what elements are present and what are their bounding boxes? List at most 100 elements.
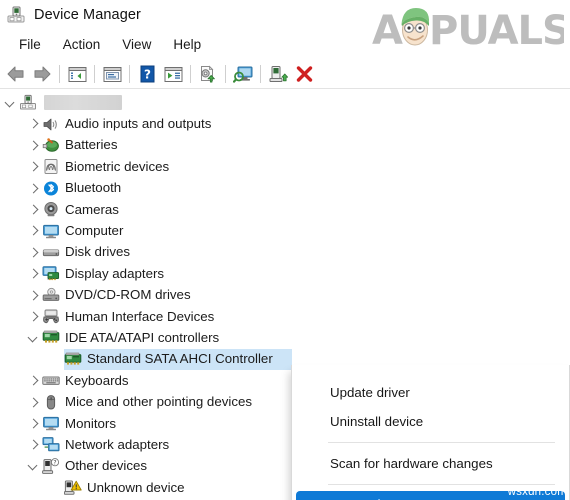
svg-text:?: ? <box>53 459 56 466</box>
context-menu-top-strip <box>291 365 570 371</box>
tree-item-label: Monitors <box>65 415 116 431</box>
ctx-separator <box>328 484 555 485</box>
chevron-right-icon[interactable] <box>25 437 41 453</box>
tree-item-label: Keyboards <box>65 372 129 388</box>
menu-view[interactable]: View <box>111 35 162 54</box>
chevron-right-icon[interactable] <box>25 416 41 432</box>
tree-item-label: Audio inputs and outputs <box>65 116 212 132</box>
redacted-computer-name <box>44 95 122 111</box>
tree-item-display-adapters[interactable]: Display adapters <box>0 263 570 284</box>
tree-item-label: IDE ATA/ATAPI controllers <box>65 329 220 345</box>
site-watermark: wsxdn.com <box>507 486 567 498</box>
ctx-scan-hardware-changes[interactable]: Scan for hardware changes <box>292 449 569 478</box>
tree-item-label: Unknown device <box>87 479 185 495</box>
tree-item-batteries[interactable]: Batteries <box>0 135 570 156</box>
tree-item-computer[interactable]: Computer <box>0 220 570 241</box>
chevron-right-icon[interactable] <box>25 116 41 132</box>
display-adapter-icon <box>42 265 60 282</box>
bluetooth-icon <box>42 180 60 197</box>
toolbar-divider <box>0 88 570 89</box>
chevron-right-icon[interactable] <box>25 287 41 303</box>
chevron-right-icon[interactable] <box>25 137 41 153</box>
tree-root-node[interactable] <box>0 92 570 113</box>
show-action-pane-icon[interactable] <box>160 62 186 86</box>
window-title: Device Manager <box>34 7 141 23</box>
tree-item-label: Disk drives <box>65 244 131 260</box>
ctx-update-driver[interactable]: Update driver <box>292 378 569 407</box>
keyboard-icon <box>42 372 60 389</box>
scan-hardware-changes-icon[interactable] <box>230 62 256 86</box>
controller-card-icon <box>42 329 60 346</box>
toolbar-separator <box>94 65 95 83</box>
warning-device-icon <box>63 479 82 496</box>
chevron-down-icon[interactable] <box>25 330 41 346</box>
toolbar-separator <box>59 65 60 83</box>
tree-item-disk-drives[interactable]: Disk drives <box>0 242 570 263</box>
menu-bar: File Action View Help <box>0 31 570 57</box>
help-icon[interactable]: ? <box>134 62 160 86</box>
unknown-device-icon: ? <box>42 457 60 475</box>
tree-item-human-interface-devices[interactable]: Human Interface Devices <box>0 306 570 327</box>
device-manager-icon <box>6 5 26 25</box>
title-bar: Device Manager <box>0 0 570 30</box>
chevron-right-icon[interactable] <box>25 373 41 389</box>
menu-help[interactable]: Help <box>162 35 212 54</box>
tree-item-label: Biometric devices <box>65 158 170 174</box>
tree-item-label: Human Interface Devices <box>65 308 215 324</box>
chevron-right-icon[interactable] <box>25 159 41 175</box>
network-icon <box>42 436 60 453</box>
forward-icon[interactable] <box>29 62 55 86</box>
fingerprint-icon <box>42 158 60 175</box>
tree-item-label: Computer <box>65 223 124 239</box>
chevron-right-icon[interactable] <box>25 180 41 196</box>
ctx-separator <box>328 442 555 443</box>
chevron-right-icon[interactable] <box>25 223 41 239</box>
tree-item-label: Standard SATA AHCI Controller <box>87 351 273 367</box>
toolbar: ? <box>0 60 570 88</box>
tree-item-label: DVD/CD-ROM drives <box>65 287 191 303</box>
uninstall-device-icon[interactable] <box>291 62 317 86</box>
chevron-right-icon[interactable] <box>25 394 41 410</box>
gamepad-icon <box>42 308 60 325</box>
tree-item-label: Batteries <box>65 137 118 153</box>
chevron-right-icon[interactable] <box>25 266 41 282</box>
mouse-icon <box>42 394 60 411</box>
tree-item-cameras[interactable]: Cameras <box>0 199 570 220</box>
show-hide-console-tree-icon[interactable] <box>64 62 90 86</box>
chevron-right-icon[interactable] <box>25 244 41 260</box>
monitor-icon <box>42 415 60 432</box>
controller-card-icon <box>64 351 82 368</box>
disk-drive-icon <box>42 244 60 261</box>
enable-device-icon[interactable] <box>265 62 291 86</box>
chevron-right-icon[interactable] <box>25 202 41 218</box>
ctx-uninstall-device[interactable]: Uninstall device <box>292 407 569 436</box>
dvd-drive-icon <box>42 287 60 304</box>
device-manager-window: Device Manager A PUALS File Action View … <box>0 0 570 500</box>
battery-icon <box>42 137 60 154</box>
computer-root-icon <box>19 94 37 111</box>
tree-item-dvd-cd-rom-drives[interactable]: DVD/CD-ROM drives <box>0 285 570 306</box>
toolbar-separator <box>260 65 261 83</box>
update-driver-icon[interactable] <box>195 62 221 86</box>
tree-item-audio-inputs-and-outputs[interactable]: Audio inputs and outputs <box>0 113 570 134</box>
tree-item-bluetooth[interactable]: Bluetooth <box>0 178 570 199</box>
context-menu[interactable]: Update driver Uninstall device Scan for … <box>291 370 570 500</box>
camera-icon <box>42 201 60 218</box>
chevron-down-icon[interactable] <box>2 95 18 111</box>
chevron-down-icon[interactable] <box>25 458 41 474</box>
tree-item-label: Cameras <box>65 201 119 217</box>
menu-file[interactable]: File <box>8 35 52 54</box>
chevron-right-icon[interactable] <box>25 309 41 325</box>
tree-item-ide-ata-atapi-controllers[interactable]: IDE ATA/ATAPI controllers <box>0 327 570 348</box>
tree-item-biometric-devices[interactable]: Biometric devices <box>0 156 570 177</box>
toolbar-separator <box>190 65 191 83</box>
back-icon[interactable] <box>3 62 29 86</box>
menu-action[interactable]: Action <box>52 35 112 54</box>
toolbar-separator <box>129 65 130 83</box>
tree-item-label: Mice and other pointing devices <box>65 394 253 410</box>
monitor-icon <box>42 223 60 240</box>
toolbar-separator <box>225 65 226 83</box>
speaker-icon <box>42 116 60 133</box>
tree-item-label: Bluetooth <box>65 180 122 196</box>
properties-icon[interactable] <box>99 62 125 86</box>
